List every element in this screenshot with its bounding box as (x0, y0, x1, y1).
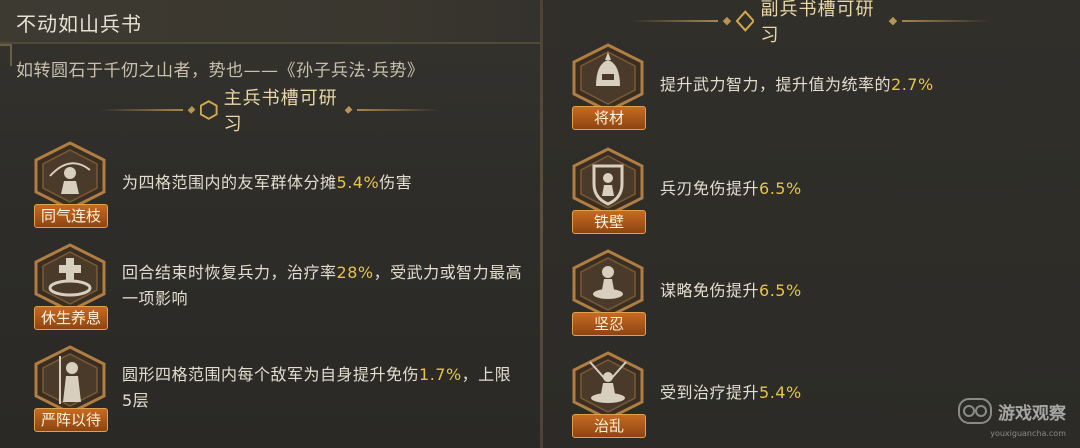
highlight-value: 6.5% (759, 281, 802, 300)
main-skill-2[interactable]: 休生养息 回合结束时恢复兵力，治疗率28%，受武力或智力最高一项影响 (30, 242, 532, 332)
skill-description: 为四格范围内的友军群体分摊5.4%伤害 (122, 173, 413, 192)
highlight-value: 5.4% (336, 173, 380, 192)
seated-warrior-icon (572, 351, 644, 421)
skill-description: 谋略免伤提升6.5% (660, 281, 802, 300)
skill-name-label: 将材 (572, 106, 646, 130)
soldier-icon (34, 345, 106, 415)
skill-name-label: 坚忍 (572, 312, 646, 336)
skill-description: 兵刃免伤提升6.5% (660, 179, 802, 198)
meditating-figure-icon (572, 249, 644, 319)
skill-name-label: 严阵以待 (34, 408, 108, 432)
diamond-bullet-icon (735, 10, 755, 32)
skill-badge[interactable]: 坚忍 (568, 248, 648, 338)
sub-section-header: 副兵书槽可研习 (630, 0, 991, 46)
heal-cross-icon (34, 243, 106, 313)
highlight-value: 28% (336, 263, 374, 282)
sub-skill-1[interactable]: 将材 提升武力智力，提升值为统率的2.7% (568, 42, 1060, 132)
header-dot-right (888, 16, 898, 26)
hexagon-bullet-icon (200, 100, 218, 120)
highlight-value: 1.7% (419, 365, 462, 384)
watermark: 游戏观察 (958, 398, 1066, 424)
title-bar: 不动如山兵书 (0, 0, 540, 44)
main-section-header: 主兵书槽可研习 (100, 88, 440, 135)
highlight-value: 6.5% (759, 179, 802, 198)
skill-badge[interactable]: 铁壁 (568, 146, 648, 236)
shield-icon (572, 147, 644, 217)
general-helmet-icon (572, 43, 644, 113)
header-dot-left (187, 106, 196, 114)
page-title: 不动如山兵书 (16, 12, 142, 36)
header-rule-right (901, 20, 991, 22)
sub-section-title: 副兵书槽可研习 (760, 0, 875, 46)
skill-badge[interactable]: 同气连枝 (30, 140, 110, 230)
header-rule-left (100, 109, 183, 111)
corner-ornament (0, 44, 12, 66)
watermark-text: 游戏观察 (998, 403, 1066, 424)
quote-text: 如转圆石于千仞之山者，势也——《孙子兵法·兵势》 (16, 61, 425, 81)
skill-description: 提升武力智力，提升值为统率的2.7% (660, 75, 934, 94)
skill-badge[interactable]: 严阵以待 (30, 344, 110, 434)
watermark-url: youxiguancha.com (990, 429, 1066, 438)
skill-badge[interactable]: 治乱 (568, 350, 648, 440)
skill-badge[interactable]: 将材 (568, 42, 648, 132)
main-skill-3[interactable]: 严阵以待 圆形四格范围内每个敌军为自身提升免伤1.7%，上限5层 (30, 344, 512, 434)
header-rule-left (630, 20, 719, 22)
main-section-title: 主兵书槽可研习 (223, 88, 338, 135)
sub-skill-3[interactable]: 坚忍 谋略免伤提升6.5% (568, 248, 960, 338)
sub-skill-4[interactable]: 治乱 受到治疗提升5.4% (568, 350, 920, 440)
highlight-value: 2.7% (891, 75, 934, 94)
skill-name-label: 治乱 (572, 414, 646, 438)
sub-skill-2[interactable]: 铁壁 兵刃免伤提升6.5% (568, 146, 960, 236)
skill-description: 受到治疗提升5.4% (660, 383, 802, 402)
skill-description: 回合结束时恢复兵力，治疗率28%，受武力或智力最高一项影响 (122, 263, 523, 308)
skill-badge[interactable]: 休生养息 (30, 242, 110, 332)
watermark-logo-icon (958, 398, 992, 424)
skill-name-label: 同气连枝 (34, 204, 108, 228)
main-skill-1[interactable]: 同气连枝 为四格范围内的友军群体分摊5.4%伤害 (30, 140, 502, 230)
header-rule-right (357, 109, 440, 111)
header-dot-left (723, 16, 732, 26)
skill-description: 圆形四格范围内每个敌军为自身提升免伤1.7%，上限5层 (122, 365, 512, 410)
skill-name-label: 休生养息 (34, 306, 108, 330)
warrior-icon (34, 141, 106, 211)
skill-name-label: 铁壁 (572, 210, 646, 234)
highlight-value: 5.4% (759, 383, 802, 402)
header-dot-right (344, 106, 353, 114)
